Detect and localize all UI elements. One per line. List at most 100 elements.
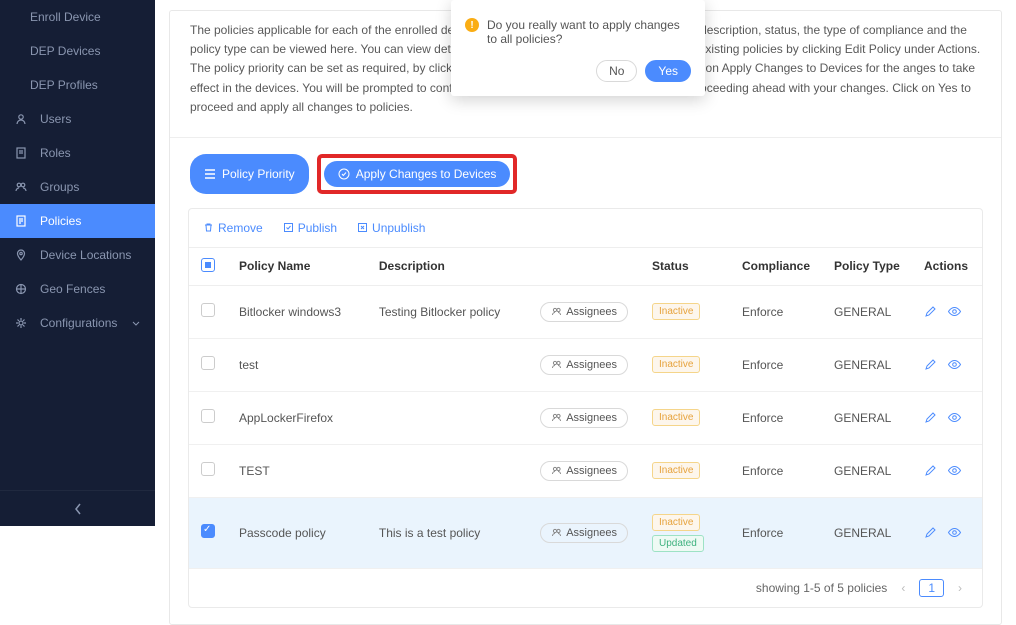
sidebar-item-label: Configurations (40, 316, 131, 330)
policy-desc: This is a test policy (367, 497, 528, 568)
pager-prev[interactable]: ‹ (897, 579, 909, 597)
view-icon[interactable] (947, 305, 962, 318)
list-icon (204, 168, 216, 180)
view-icon[interactable] (947, 358, 962, 371)
policy-compliance: Enforce (730, 338, 822, 391)
sidebar-item-users[interactable]: Users (0, 102, 155, 136)
unpublish-icon (357, 222, 368, 233)
col-compliance: Compliance (730, 248, 822, 286)
table-row: TESTAssigneesInactiveEnforceGENERAL (189, 444, 982, 497)
assignees-pill[interactable]: Assignees (540, 302, 628, 322)
policy-desc (367, 391, 528, 444)
doc-icon (14, 146, 30, 160)
policy-type: GENERAL (822, 444, 912, 497)
col-status: Status (640, 248, 730, 286)
sidebar-item-label: Groups (40, 180, 141, 194)
chevron-left-icon (74, 503, 82, 515)
table-row: Bitlocker windows3Testing Bitlocker poli… (189, 285, 982, 338)
edit-icon[interactable] (924, 411, 937, 424)
assignees-pill[interactable]: Assignees (540, 355, 628, 375)
popover-no-button[interactable]: No (596, 60, 637, 82)
sidebar-item-geo-fences[interactable]: Geo Fences (0, 272, 155, 306)
policy-name: test (227, 338, 367, 391)
sidebar-item-roles[interactable]: Roles (0, 136, 155, 170)
pager-page[interactable]: 1 (919, 579, 944, 597)
users-icon (551, 306, 562, 317)
pager-next[interactable]: › (954, 579, 966, 597)
popover-yes-button[interactable]: Yes (645, 60, 691, 82)
row-checkbox[interactable] (201, 409, 215, 423)
table-row: AppLockerFirefox Assignees Inactive Enforce… (189, 391, 982, 444)
gear-icon (14, 316, 30, 330)
policy-desc (367, 444, 528, 497)
sidebar-item-policies[interactable]: Policies (0, 204, 155, 238)
policy-compliance: Enforce (730, 497, 822, 568)
policy-name: AppLockerFirefox (227, 391, 367, 444)
policy-type: GENERAL (822, 285, 912, 338)
sidebar-item-dep-devices[interactable]: DEP Devices (0, 34, 155, 68)
users-icon (551, 359, 562, 370)
apply-changes-highlight: Apply Changes to Devices (317, 154, 518, 194)
status-badge: Updated (652, 535, 704, 552)
edit-icon[interactable] (924, 526, 937, 539)
pin-icon (14, 248, 30, 262)
assignees-pill[interactable]: Assignees (540, 461, 628, 481)
row-checkbox[interactable] (201, 356, 215, 370)
sidebar-item-enroll-device[interactable]: Enroll Device (0, 0, 155, 34)
policies-table: Policy Name Description Status Complianc… (189, 248, 982, 569)
status-badge: Inactive (652, 356, 700, 373)
remove-action[interactable]: Remove (203, 221, 263, 235)
pager-summary: showing 1-5 of 5 policies (756, 581, 887, 595)
policy-desc (367, 338, 528, 391)
content-card: The policies applicable for each of the … (169, 10, 1002, 625)
view-icon[interactable] (947, 464, 962, 477)
sidebar-item-label: Users (40, 112, 141, 126)
edit-icon[interactable] (924, 464, 937, 477)
warning-icon: ! (465, 18, 479, 32)
main-content: The policies applicable for each of the … (155, 0, 1016, 526)
policy-compliance: Enforce (730, 391, 822, 444)
assignees-pill[interactable]: Assignees (540, 408, 628, 428)
edit-icon[interactable] (924, 358, 937, 371)
policy-compliance: Enforce (730, 285, 822, 338)
col-desc: Description (367, 248, 528, 286)
status-badge: Inactive (652, 409, 700, 426)
policy-name: Passcode policy (227, 497, 367, 568)
sidebar-item-configurations[interactable]: Configurations (0, 306, 155, 340)
sidebar-item-label: Geo Fences (40, 282, 141, 296)
row-checkbox[interactable] (201, 462, 215, 476)
apply-changes-button[interactable]: Apply Changes to Devices (324, 161, 511, 187)
sidebar: Enroll DeviceDEP Devices DEP Profiles User… (0, 0, 155, 526)
policy-type: GENERAL (822, 391, 912, 444)
sidebar-collapse[interactable] (0, 490, 155, 526)
policy-priority-button[interactable]: Policy Priority (190, 154, 309, 194)
confirm-popover: ! Do you really want to apply changes to… (451, 0, 705, 96)
view-icon[interactable] (947, 411, 962, 424)
sidebar-item-device-locations[interactable]: Device Locations (0, 238, 155, 272)
publish-icon (283, 222, 294, 233)
sidebar-item-label: Policies (40, 214, 141, 228)
policies-icon (14, 214, 30, 228)
sidebar-item-label: Roles (40, 146, 141, 160)
publish-action[interactable]: Publish (283, 221, 337, 235)
sidebar-item-groups[interactable]: Groups (0, 170, 155, 204)
chevron-down-icon (131, 318, 141, 328)
sidebar-item-label: Device Locations (40, 248, 141, 262)
status-badge: Inactive (652, 462, 700, 479)
geo-icon (14, 282, 30, 296)
edit-icon[interactable] (924, 305, 937, 318)
sidebar-item-dep-profiles[interactable]: DEP Profiles (0, 68, 155, 102)
pager: showing 1-5 of 5 policies ‹ 1 › (189, 569, 982, 607)
policy-compliance: Enforce (730, 444, 822, 497)
row-checkbox[interactable] (201, 524, 215, 538)
sidebar-item-label: DEP Profiles (30, 78, 141, 92)
check-circle-icon (338, 168, 350, 180)
policy-desc: Testing Bitlocker policy (367, 285, 528, 338)
status-badge: Inactive (652, 514, 700, 531)
col-actions: Actions (912, 248, 982, 286)
row-checkbox[interactable] (201, 303, 215, 317)
view-icon[interactable] (947, 526, 962, 539)
unpublish-action[interactable]: Unpublish (357, 221, 425, 235)
select-all-checkbox[interactable] (201, 258, 215, 272)
policy-type: GENERAL (822, 338, 912, 391)
